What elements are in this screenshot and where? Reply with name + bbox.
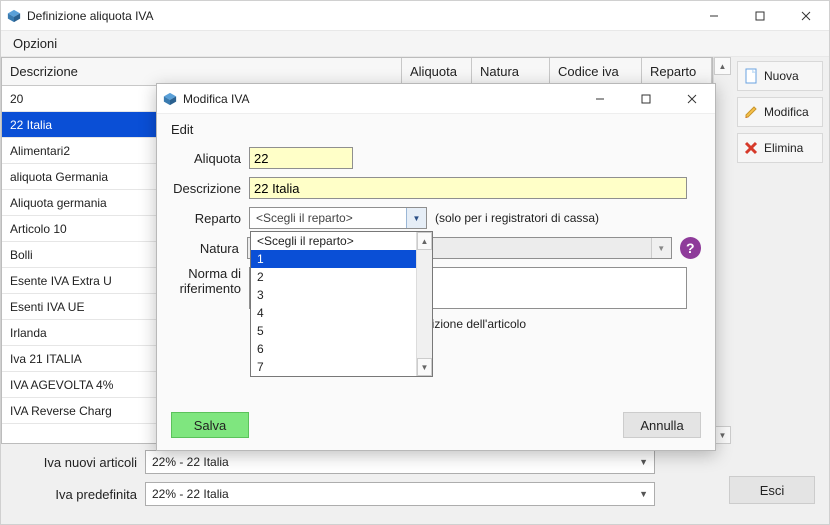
dialog-titlebar: Modifica IVA xyxy=(157,84,715,114)
reparto-select[interactable]: <Scegli il reparto> ▼ xyxy=(249,207,427,229)
dropdown-item[interactable]: 3 xyxy=(251,286,416,304)
close-icon xyxy=(687,94,697,104)
reparto-dropdown-popup: <Scegli il reparto>1234567 ▲ ▼ xyxy=(250,231,433,377)
grid-header: Descrizione Aliquota Natura Codice iva R… xyxy=(2,58,712,86)
iva-nuovi-select[interactable]: 22% - 22 Italia ▼ xyxy=(145,450,655,474)
scroll-down-icon[interactable]: ▼ xyxy=(417,358,432,376)
dropdown-item[interactable]: 2 xyxy=(251,268,416,286)
side-buttons: Nuova Modifica Elimina xyxy=(731,57,829,444)
aliquota-input[interactable] xyxy=(249,147,353,169)
pencil-icon xyxy=(744,105,758,119)
include-descrizione-text: escrizione dell'articolo xyxy=(409,317,701,331)
chevron-down-icon: ▼ xyxy=(406,208,426,228)
scroll-down-icon[interactable]: ▼ xyxy=(714,426,731,444)
maximize-icon xyxy=(641,94,651,104)
dialog-close-button[interactable] xyxy=(669,84,715,114)
maximize-icon xyxy=(755,11,765,21)
descrizione-input[interactable] xyxy=(249,177,687,199)
delete-x-icon xyxy=(744,141,758,155)
bottom-panel: Iva nuovi articoli 22% - 22 Italia ▼ Iva… xyxy=(1,444,829,524)
descrizione-label: Descrizione xyxy=(171,181,241,196)
menubar: Opzioni xyxy=(1,31,829,57)
modifica-label: Modifica xyxy=(764,105,809,119)
app-icon xyxy=(163,92,177,106)
dropdown-item[interactable]: 6 xyxy=(251,340,416,358)
main-titlebar: Definizione aliquota IVA xyxy=(1,1,829,31)
iva-pred-value: 22% - 22 Italia xyxy=(152,487,229,501)
iva-pred-select[interactable]: 22% - 22 Italia ▼ xyxy=(145,482,655,506)
aliquota-label: Aliquota xyxy=(171,151,241,166)
header-codice[interactable]: Codice iva xyxy=(550,58,642,85)
header-descrizione[interactable]: Descrizione xyxy=(2,58,402,85)
app-icon xyxy=(7,9,21,23)
chevron-down-icon: ▼ xyxy=(651,238,671,258)
nuova-label: Nuova xyxy=(764,69,799,83)
chevron-down-icon: ▼ xyxy=(639,457,648,467)
header-reparto[interactable]: Reparto xyxy=(642,58,712,85)
salva-button[interactable]: Salva xyxy=(171,412,249,438)
dialog-maximize-button[interactable] xyxy=(623,84,669,114)
dropdown-item[interactable]: 1 xyxy=(251,250,416,268)
close-button[interactable] xyxy=(783,1,829,31)
menu-opzioni[interactable]: Opzioni xyxy=(13,36,57,51)
modifica-iva-dialog: Modifica IVA Edit Aliquota Descrizione R… xyxy=(156,83,716,451)
maximize-button[interactable] xyxy=(737,1,783,31)
minimize-button[interactable] xyxy=(691,1,737,31)
dropdown-scrollbar[interactable]: ▲ ▼ xyxy=(416,232,432,376)
main-window-title: Definizione aliquota IVA xyxy=(27,9,154,23)
reparto-placeholder: <Scegli il reparto> xyxy=(250,211,359,225)
dropdown-item[interactable]: 4 xyxy=(251,304,416,322)
elimina-button[interactable]: Elimina xyxy=(737,133,823,163)
close-icon xyxy=(801,11,811,21)
dropdown-item[interactable]: 7 xyxy=(251,358,416,376)
help-icon[interactable]: ? xyxy=(680,237,701,259)
esci-button[interactable]: Esci xyxy=(729,476,815,504)
elimina-label: Elimina xyxy=(764,141,803,155)
minimize-icon xyxy=(709,11,719,21)
nuova-button[interactable]: Nuova xyxy=(737,61,823,91)
reparto-hint: (solo per i registratori di cassa) xyxy=(435,211,599,225)
edit-section-label: Edit xyxy=(171,122,701,137)
header-aliquota[interactable]: Aliquota xyxy=(402,58,472,85)
norma-label: Norma diriferimento xyxy=(171,267,241,297)
scroll-up-icon[interactable]: ▲ xyxy=(417,232,432,250)
dropdown-item[interactable]: <Scegli il reparto> xyxy=(251,232,416,250)
iva-nuovi-value: 22% - 22 Italia xyxy=(152,455,229,469)
esci-label: Esci xyxy=(760,483,785,498)
annulla-label: Annulla xyxy=(640,418,683,433)
annulla-button[interactable]: Annulla xyxy=(623,412,701,438)
scroll-up-icon[interactable]: ▲ xyxy=(714,57,731,75)
dialog-minimize-button[interactable] xyxy=(577,84,623,114)
chevron-down-icon: ▼ xyxy=(639,489,648,499)
reparto-label: Reparto xyxy=(171,211,241,226)
header-natura[interactable]: Natura xyxy=(472,58,550,85)
minimize-icon xyxy=(595,94,605,104)
modifica-button[interactable]: Modifica xyxy=(737,97,823,127)
dropdown-item[interactable]: 5 xyxy=(251,322,416,340)
natura-label: Natura xyxy=(171,241,239,256)
iva-pred-label: Iva predefinita xyxy=(17,487,137,502)
new-page-icon xyxy=(744,68,758,84)
app-window: Definizione aliquota IVA Opzioni Descriz… xyxy=(0,0,830,525)
iva-nuovi-label: Iva nuovi articoli xyxy=(17,455,137,470)
dialog-title: Modifica IVA xyxy=(183,92,249,106)
salva-label: Salva xyxy=(194,418,227,433)
